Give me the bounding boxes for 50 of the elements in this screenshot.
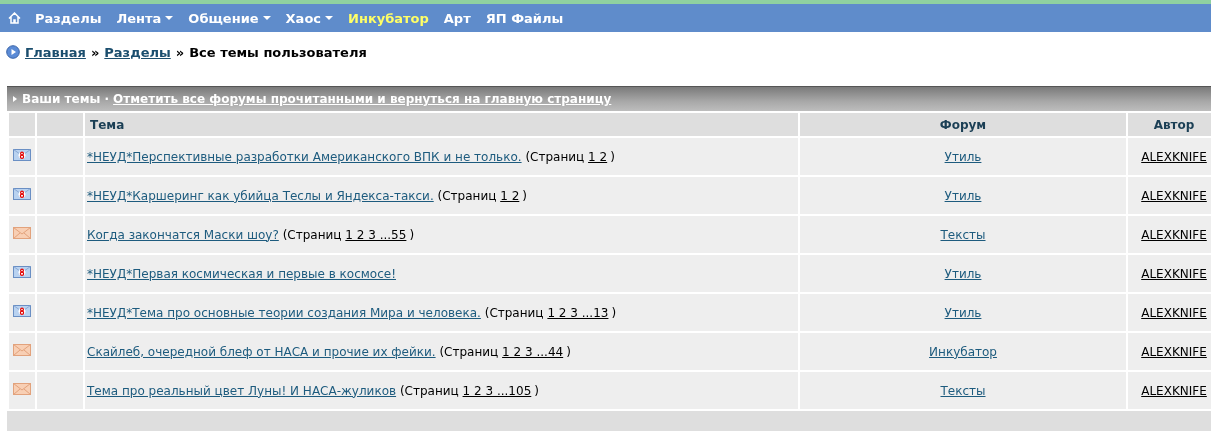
pages-label: (Страниц bbox=[399, 383, 459, 398]
closing-paren: ) bbox=[610, 149, 615, 164]
pages-link[interactable]: 1 2 3 ...55 bbox=[345, 227, 407, 242]
topic-link[interactable]: Тема про реальный цвет Луны! И НАСА-жуликов bbox=[87, 383, 397, 398]
forum-link[interactable]: Утиль bbox=[944, 266, 982, 281]
nav-link[interactable]: Лента bbox=[116, 10, 174, 26]
nav-link[interactable]: ЯП Файлы bbox=[485, 10, 564, 26]
topic-link[interactable]: *НЕУД*Каршеринг как убийца Теслы и Яндекса-такси. bbox=[87, 188, 434, 203]
forum-link[interactable]: Тексты bbox=[940, 383, 986, 398]
column-header: Форум bbox=[799, 112, 1127, 137]
closing-paren: ) bbox=[522, 188, 527, 203]
pages-label: (Страниц bbox=[484, 305, 544, 320]
pages-link[interactable]: 1 2 bbox=[588, 149, 608, 164]
topic-link[interactable]: *НЕУД*Тема про основные теории создания Мира и человека. bbox=[87, 305, 481, 320]
nav-link[interactable]: Хаос bbox=[285, 10, 334, 26]
forum-link[interactable]: Утиль bbox=[944, 188, 982, 203]
nav-link[interactable]: Общение bbox=[188, 10, 271, 26]
arrow-icon bbox=[13, 96, 17, 102]
topic-link[interactable]: Скайлеб, очередной блеф от НАСА и прочие их фейки. bbox=[87, 344, 436, 359]
pages-link[interactable]: 1 2 3 ...44 bbox=[502, 344, 564, 359]
pages-label: (Страниц bbox=[282, 227, 342, 242]
topic-link[interactable]: *НЕУД*Первая космическая и первые в космосе! bbox=[87, 266, 396, 281]
topic-link[interactable]: *НЕУД*Перспективные разработки Американского ВПК и не только. bbox=[87, 149, 522, 164]
column-header: Тема bbox=[84, 112, 799, 137]
closing-paren: ) bbox=[566, 344, 571, 359]
pages-link[interactable]: 1 2 3 ...13 bbox=[547, 305, 609, 320]
breadcrumb-current: Все темы пользователя bbox=[189, 44, 367, 60]
nav-link[interactable]: Разделы bbox=[35, 10, 102, 26]
home-icon[interactable] bbox=[8, 12, 21, 24]
nav-link[interactable]: Арт bbox=[443, 10, 471, 26]
closing-paren: ) bbox=[534, 383, 539, 398]
pages-label: (Страниц bbox=[525, 149, 585, 164]
breadcrumb-link[interactable]: Разделы bbox=[104, 44, 171, 60]
play-icon bbox=[6, 45, 20, 59]
pages-link[interactable]: 1 2 bbox=[500, 188, 520, 203]
closing-paren: ) bbox=[409, 227, 415, 242]
breadcrumb-link[interactable]: Главная bbox=[25, 44, 86, 60]
pages-link[interactable]: 1 2 3 ...105 bbox=[462, 383, 532, 398]
topic-link[interactable]: Когда закончатся Маски шоу? bbox=[87, 227, 279, 242]
breadcrumb-separator: » bbox=[175, 44, 185, 60]
forum-link[interactable]: Инкубатор bbox=[929, 344, 997, 359]
column-header: Автор bbox=[1127, 112, 1211, 137]
forum-link[interactable]: Тексты bbox=[940, 227, 986, 242]
closing-paren: ) bbox=[611, 305, 617, 320]
forum-link[interactable]: Утиль bbox=[944, 149, 982, 164]
panel-title: Ваши темы · bbox=[22, 92, 110, 106]
pages-label: (Страниц bbox=[437, 188, 497, 203]
forum-link[interactable]: Утиль bbox=[944, 305, 982, 320]
breadcrumb-separator: » bbox=[90, 44, 100, 60]
pages-label: (Страниц bbox=[439, 344, 499, 359]
